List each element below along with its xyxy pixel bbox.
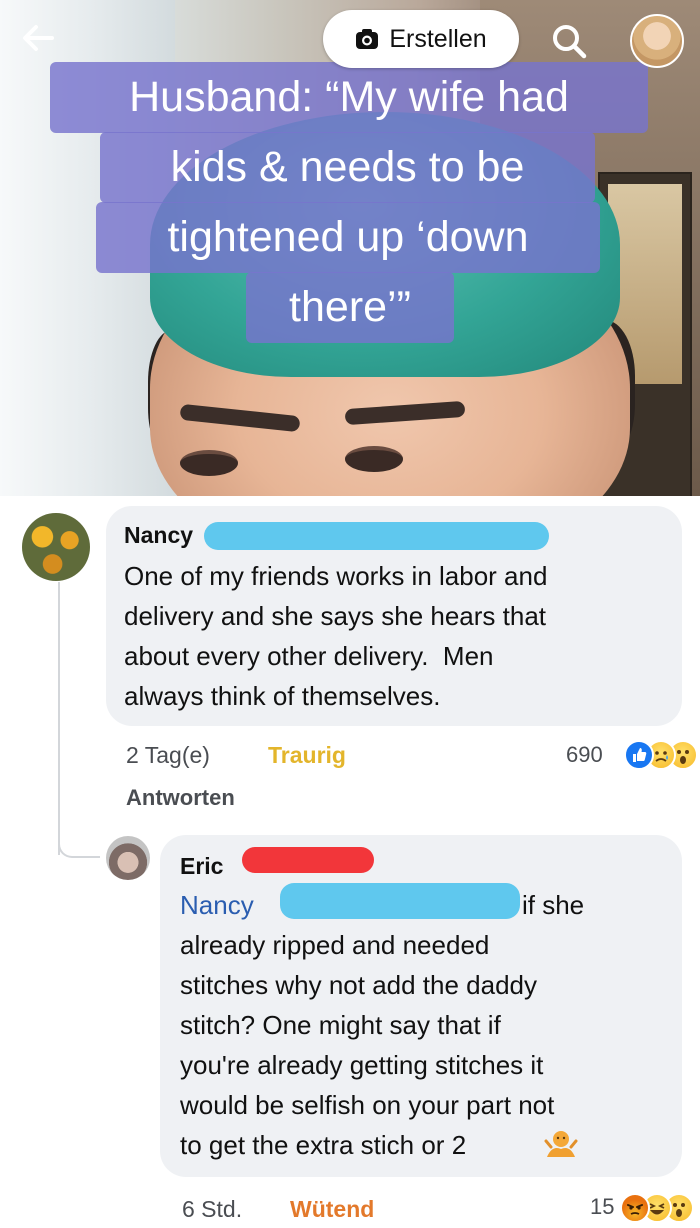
avatar[interactable] xyxy=(22,513,90,581)
comment-text-line: stitches why not add the daddy xyxy=(180,970,538,1000)
comment-text-line: would be selfish on your part not xyxy=(180,1090,555,1120)
comment-text-line: delivery and she says she hears that xyxy=(124,601,547,631)
comment-text-line: already ripped and needed xyxy=(180,930,490,960)
thread-line xyxy=(58,582,60,855)
comment-text-line: if she xyxy=(522,890,585,920)
create-button[interactable]: Erstellen xyxy=(323,10,519,68)
comment-author[interactable]: Eric xyxy=(180,853,223,880)
comment-bubble: Eric Nancy if she already ripped and nee… xyxy=(160,835,682,1177)
angry-icon xyxy=(620,1193,650,1223)
eye-right xyxy=(345,446,403,472)
eye-left xyxy=(180,450,238,476)
reply-button[interactable]: Antworten xyxy=(126,785,235,811)
comment-text-line: always think of themselves. xyxy=(124,681,441,711)
comment-text-line: you're already getting stitches it xyxy=(180,1050,544,1080)
top-bar: Erstellen xyxy=(0,0,700,80)
profile-avatar[interactable] xyxy=(630,14,684,68)
caption-line: tightened up ‘down xyxy=(96,202,600,273)
create-button-label: Erstellen xyxy=(389,24,487,53)
redaction-mark xyxy=(280,883,520,919)
comment-text-line: to get the extra stich or 2 xyxy=(180,1130,467,1160)
back-arrow-icon[interactable] xyxy=(18,18,58,58)
reaction-label[interactable]: Traurig xyxy=(268,742,346,769)
comment-time: 2 Tag(e) xyxy=(126,742,210,768)
camera-icon xyxy=(356,29,379,49)
search-icon[interactable] xyxy=(548,20,590,62)
comment-text-line: stitch? One might say that if xyxy=(180,1010,501,1040)
redaction-mark xyxy=(242,847,374,873)
thread-connector xyxy=(58,840,100,858)
mention-link[interactable]: Nancy xyxy=(180,885,254,925)
comment-bubble: Nancy One of my friends works in labor a… xyxy=(106,506,682,726)
caption-line: kids & needs to be xyxy=(100,132,595,203)
avatar[interactable] xyxy=(106,836,150,880)
reaction-count[interactable]: 15 xyxy=(590,1194,614,1220)
comment-text-line: about every other delivery. Men xyxy=(124,641,494,671)
redaction-mark xyxy=(204,522,549,550)
reaction-count[interactable]: 690 xyxy=(566,742,603,768)
shrug-emoji-icon xyxy=(544,1131,578,1157)
reaction-label[interactable]: Wütend xyxy=(290,1196,374,1223)
comment-text-line: One of my friends works in labor and xyxy=(124,561,548,591)
video-preview[interactable]: ES Husband: “My wife had kids & needs to… xyxy=(0,0,700,496)
comment-time: 6 Std. xyxy=(182,1196,243,1222)
caption-line: there’” xyxy=(246,272,454,343)
comment-author[interactable]: Nancy xyxy=(124,522,193,549)
like-icon xyxy=(624,740,654,770)
